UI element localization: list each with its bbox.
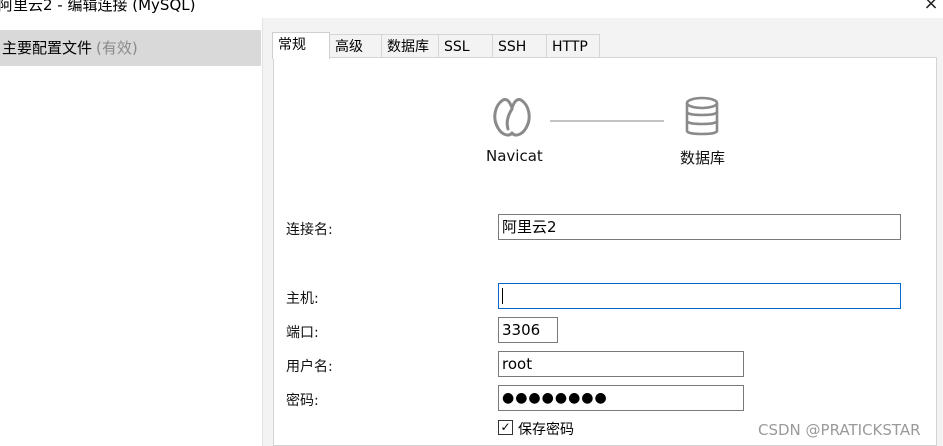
connection-name-label: 连接名: xyxy=(286,222,333,238)
tab-databases[interactable]: 数据库 xyxy=(381,34,439,58)
database-caption: 数据库 xyxy=(680,149,726,167)
password-input[interactable]: ●●●●●●●● xyxy=(498,385,744,411)
tab-http[interactable]: HTTP xyxy=(546,34,600,58)
title-bar: 阿里云2 - 编辑连接 (MySQL) × xyxy=(0,0,943,18)
sidebar-item-label: 主要配置文件 xyxy=(2,39,93,57)
tab-general[interactable]: 常规 xyxy=(272,32,330,59)
username-input[interactable]: root xyxy=(498,351,744,377)
port-label: 端口: xyxy=(286,325,319,341)
close-button[interactable]: × xyxy=(918,0,943,15)
tab-advanced[interactable]: 高级 xyxy=(329,34,382,58)
save-password-checkbox[interactable]: ✓ xyxy=(498,420,513,435)
connection-line xyxy=(550,120,664,122)
window-title: 阿里云2 - 编辑连接 (MySQL) xyxy=(0,0,196,14)
save-password-label: 保存密码 xyxy=(518,422,574,438)
sidebar-item-status: (有效) xyxy=(96,39,138,57)
connection-name-input[interactable]: 阿里云2 xyxy=(498,214,901,240)
tab-ssh[interactable]: SSH xyxy=(492,34,547,58)
username-label: 用户名: xyxy=(286,359,333,375)
password-label: 密码: xyxy=(286,393,319,409)
sidebar: 主要配置文件 (有效) xyxy=(0,18,263,446)
port-input[interactable]: 3306 xyxy=(498,317,558,343)
database-icon xyxy=(685,96,719,136)
tab-ssl[interactable]: SSL xyxy=(438,34,493,58)
sidebar-item-main-profile[interactable]: 主要配置文件 (有效) xyxy=(0,30,261,66)
watermark: CSDN @PRATICKSTAR xyxy=(758,421,921,439)
navicat-caption: Navicat xyxy=(486,147,543,165)
text-cursor xyxy=(502,288,503,304)
navicat-logo-icon xyxy=(493,98,531,137)
host-input[interactable] xyxy=(498,283,901,309)
host-label: 主机: xyxy=(286,291,319,307)
